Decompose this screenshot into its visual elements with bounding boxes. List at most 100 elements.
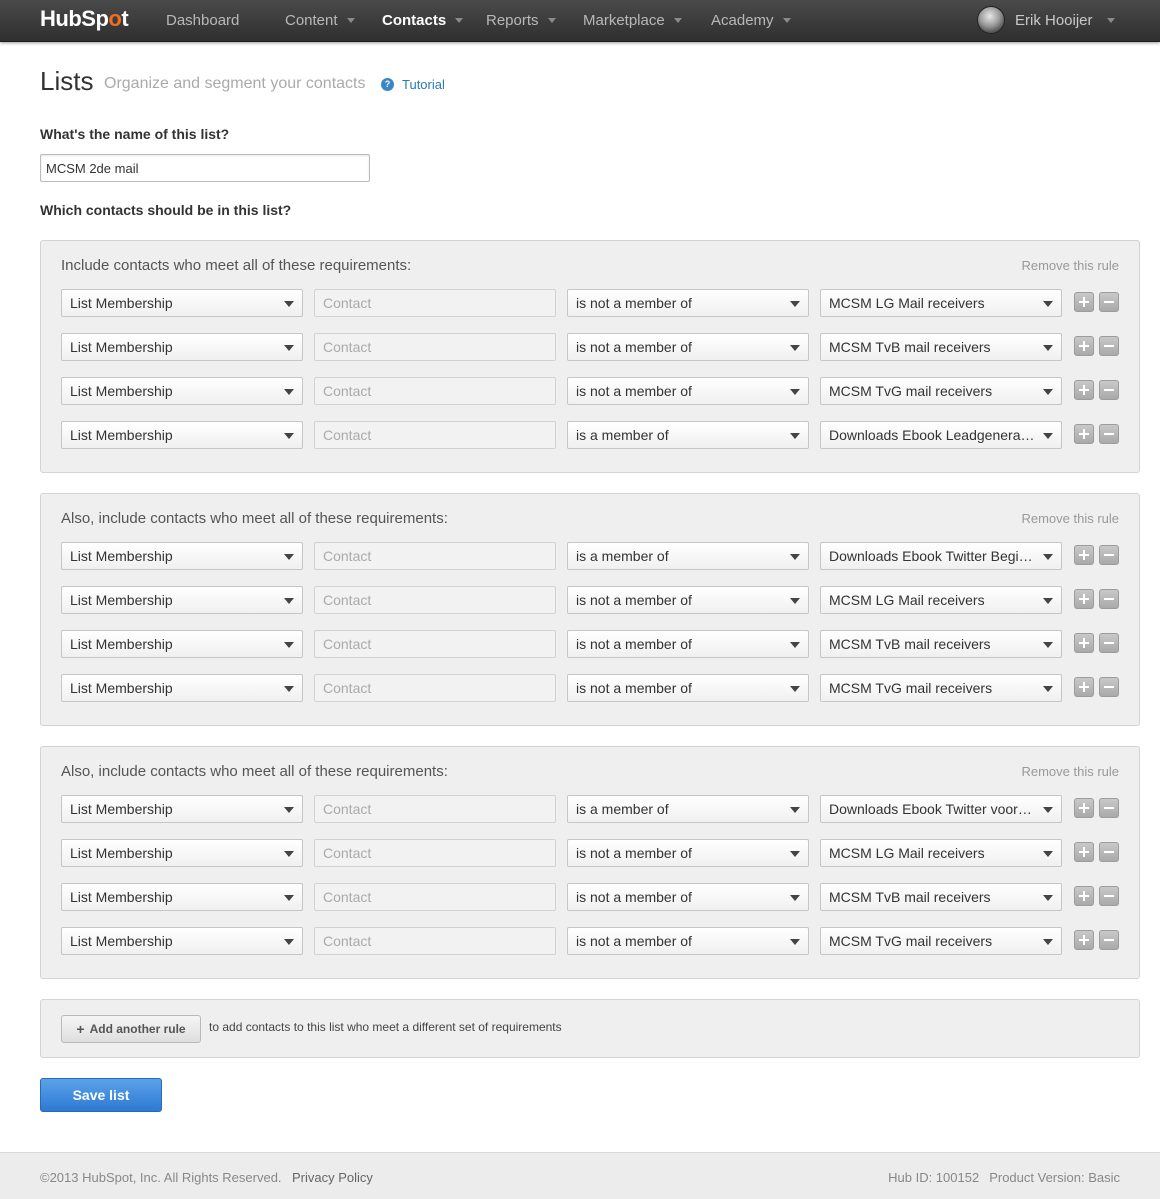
chevron-down-icon [782,18,791,23]
add-filter-plus-icon[interactable] [1074,380,1094,400]
filter-type-select[interactable]: List Membership [61,674,303,702]
list-select[interactable]: MCSM TvB mail receivers [820,333,1062,361]
remove-rule-link[interactable]: Remove this rule [1021,764,1119,779]
tutorial-link[interactable]: ? Tutorial [381,77,445,92]
operator-select[interactable]: is not a member of [567,333,809,361]
filter-type-select[interactable]: List Membership [61,883,303,911]
list-value: Downloads Ebook Twitter voor … [829,801,1036,817]
user-menu[interactable]: Erik Hooijer [977,6,1115,34]
add-filter-plus-icon[interactable] [1074,886,1094,906]
list-select[interactable]: MCSM LG Mail receivers [820,289,1062,317]
nav-content[interactable]: Content [285,12,355,29]
filter-type-select[interactable]: List Membership [61,333,303,361]
remove-filter-minus-icon[interactable] [1099,633,1119,653]
operator-select[interactable]: is not a member of [567,630,809,658]
operator-value: is not a member of [576,889,692,905]
add-filter-plus-icon[interactable] [1074,545,1094,565]
nav-dashboard[interactable]: Dashboard [166,12,239,29]
list-select[interactable]: MCSM TvB mail receivers [820,630,1062,658]
list-name-input[interactable] [40,154,370,182]
save-list-button[interactable]: Save list [40,1078,162,1112]
remove-filter-minus-icon[interactable] [1099,545,1119,565]
list-select[interactable]: MCSM TvG mail receivers [820,377,1062,405]
list-select[interactable]: MCSM TvG mail receivers [820,674,1062,702]
avatar [977,6,1005,34]
list-select[interactable]: MCSM TvG mail receivers [820,927,1062,955]
context-field: Contact [314,377,556,405]
list-select[interactable]: MCSM LG Mail receivers [820,586,1062,614]
list-value: MCSM TvB mail receivers [829,339,991,355]
help-icon: ? [381,78,394,91]
filter-type-select[interactable]: List Membership [61,377,303,405]
add-another-rule-button[interactable]: + Add another rule [61,1015,201,1043]
remove-filter-minus-icon[interactable] [1099,292,1119,312]
nav-academy[interactable]: Academy [711,12,791,29]
nav-contacts[interactable]: Contacts [382,12,464,29]
nav-marketplace[interactable]: Marketplace [583,12,682,29]
remove-filter-minus-icon[interactable] [1099,677,1119,697]
operator-value: is not a member of [576,383,692,399]
add-filter-plus-icon[interactable] [1074,336,1094,356]
remove-filter-minus-icon[interactable] [1099,424,1119,444]
list-select[interactable]: MCSM LG Mail receivers [820,839,1062,867]
rule-group: Also, include contacts who meet all of t… [40,493,1140,726]
add-filter-plus-icon[interactable] [1074,292,1094,312]
dropdown-arrow-icon [790,554,800,560]
operator-select[interactable]: is a member of [567,421,809,449]
product-version: Product Version: Basic [989,1170,1120,1185]
remove-filter-minus-icon[interactable] [1099,842,1119,862]
operator-select[interactable]: is a member of [567,795,809,823]
operator-select[interactable]: is not a member of [567,839,809,867]
list-select[interactable]: MCSM TvB mail receivers [820,883,1062,911]
filter-type-value: List Membership [70,295,173,311]
filter-type-select[interactable]: List Membership [61,630,303,658]
dropdown-arrow-icon [284,554,294,560]
nav-reports[interactable]: Reports [486,12,556,29]
filter-type-select[interactable]: List Membership [61,927,303,955]
add-rule-panel: + Add another rule to add contacts to thi… [40,999,1140,1058]
add-filter-plus-icon[interactable] [1074,930,1094,950]
operator-select[interactable]: is not a member of [567,674,809,702]
dropdown-arrow-icon [1043,939,1053,945]
filter-type-select[interactable]: List Membership [61,586,303,614]
operator-select[interactable]: is not a member of [567,289,809,317]
remove-filter-minus-icon[interactable] [1099,886,1119,906]
operator-select[interactable]: is not a member of [567,927,809,955]
add-filter-plus-icon[interactable] [1074,677,1094,697]
dropdown-arrow-icon [1043,895,1053,901]
list-select[interactable]: Downloads Ebook Twitter voor … [820,795,1062,823]
remove-filter-minus-icon[interactable] [1099,336,1119,356]
add-filter-plus-icon[interactable] [1074,424,1094,444]
filter-type-select[interactable]: List Membership [61,542,303,570]
add-filter-plus-icon[interactable] [1074,633,1094,653]
list-select[interactable]: Downloads Ebook Twitter Begi… [820,542,1062,570]
operator-select[interactable]: is a member of [567,542,809,570]
filter-type-select[interactable]: List Membership [61,421,303,449]
page-title: Lists [40,66,94,96]
list-select[interactable]: Downloads Ebook Leadgeneratie [820,421,1062,449]
remove-filter-minus-icon[interactable] [1099,380,1119,400]
filter-type-select[interactable]: List Membership [61,289,303,317]
remove-rule-link[interactable]: Remove this rule [1021,511,1119,526]
operator-select[interactable]: is not a member of [567,586,809,614]
remove-filter-minus-icon[interactable] [1099,589,1119,609]
remove-rule-link[interactable]: Remove this rule [1021,258,1119,273]
filter-type-select[interactable]: List Membership [61,839,303,867]
filter-row: List Membership Contact is a member of Down… [61,542,1121,570]
context-value: Contact [323,339,372,355]
list-value: MCSM TvB mail receivers [829,636,991,652]
remove-filter-minus-icon[interactable] [1099,798,1119,818]
add-filter-plus-icon[interactable] [1074,589,1094,609]
add-filter-plus-icon[interactable] [1074,842,1094,862]
add-filter-plus-icon[interactable] [1074,798,1094,818]
operator-select[interactable]: is not a member of [567,377,809,405]
tutorial-label: Tutorial [402,77,445,92]
operator-select[interactable]: is not a member of [567,883,809,911]
list-value: MCSM LG Mail receivers [829,592,985,608]
remove-filter-minus-icon[interactable] [1099,930,1119,950]
dropdown-arrow-icon [284,807,294,813]
filter-type-select[interactable]: List Membership [61,795,303,823]
context-field: Contact [314,674,556,702]
privacy-policy-link[interactable]: Privacy Policy [292,1170,373,1185]
hubspot-logo[interactable]: HubSpot [40,6,129,32]
